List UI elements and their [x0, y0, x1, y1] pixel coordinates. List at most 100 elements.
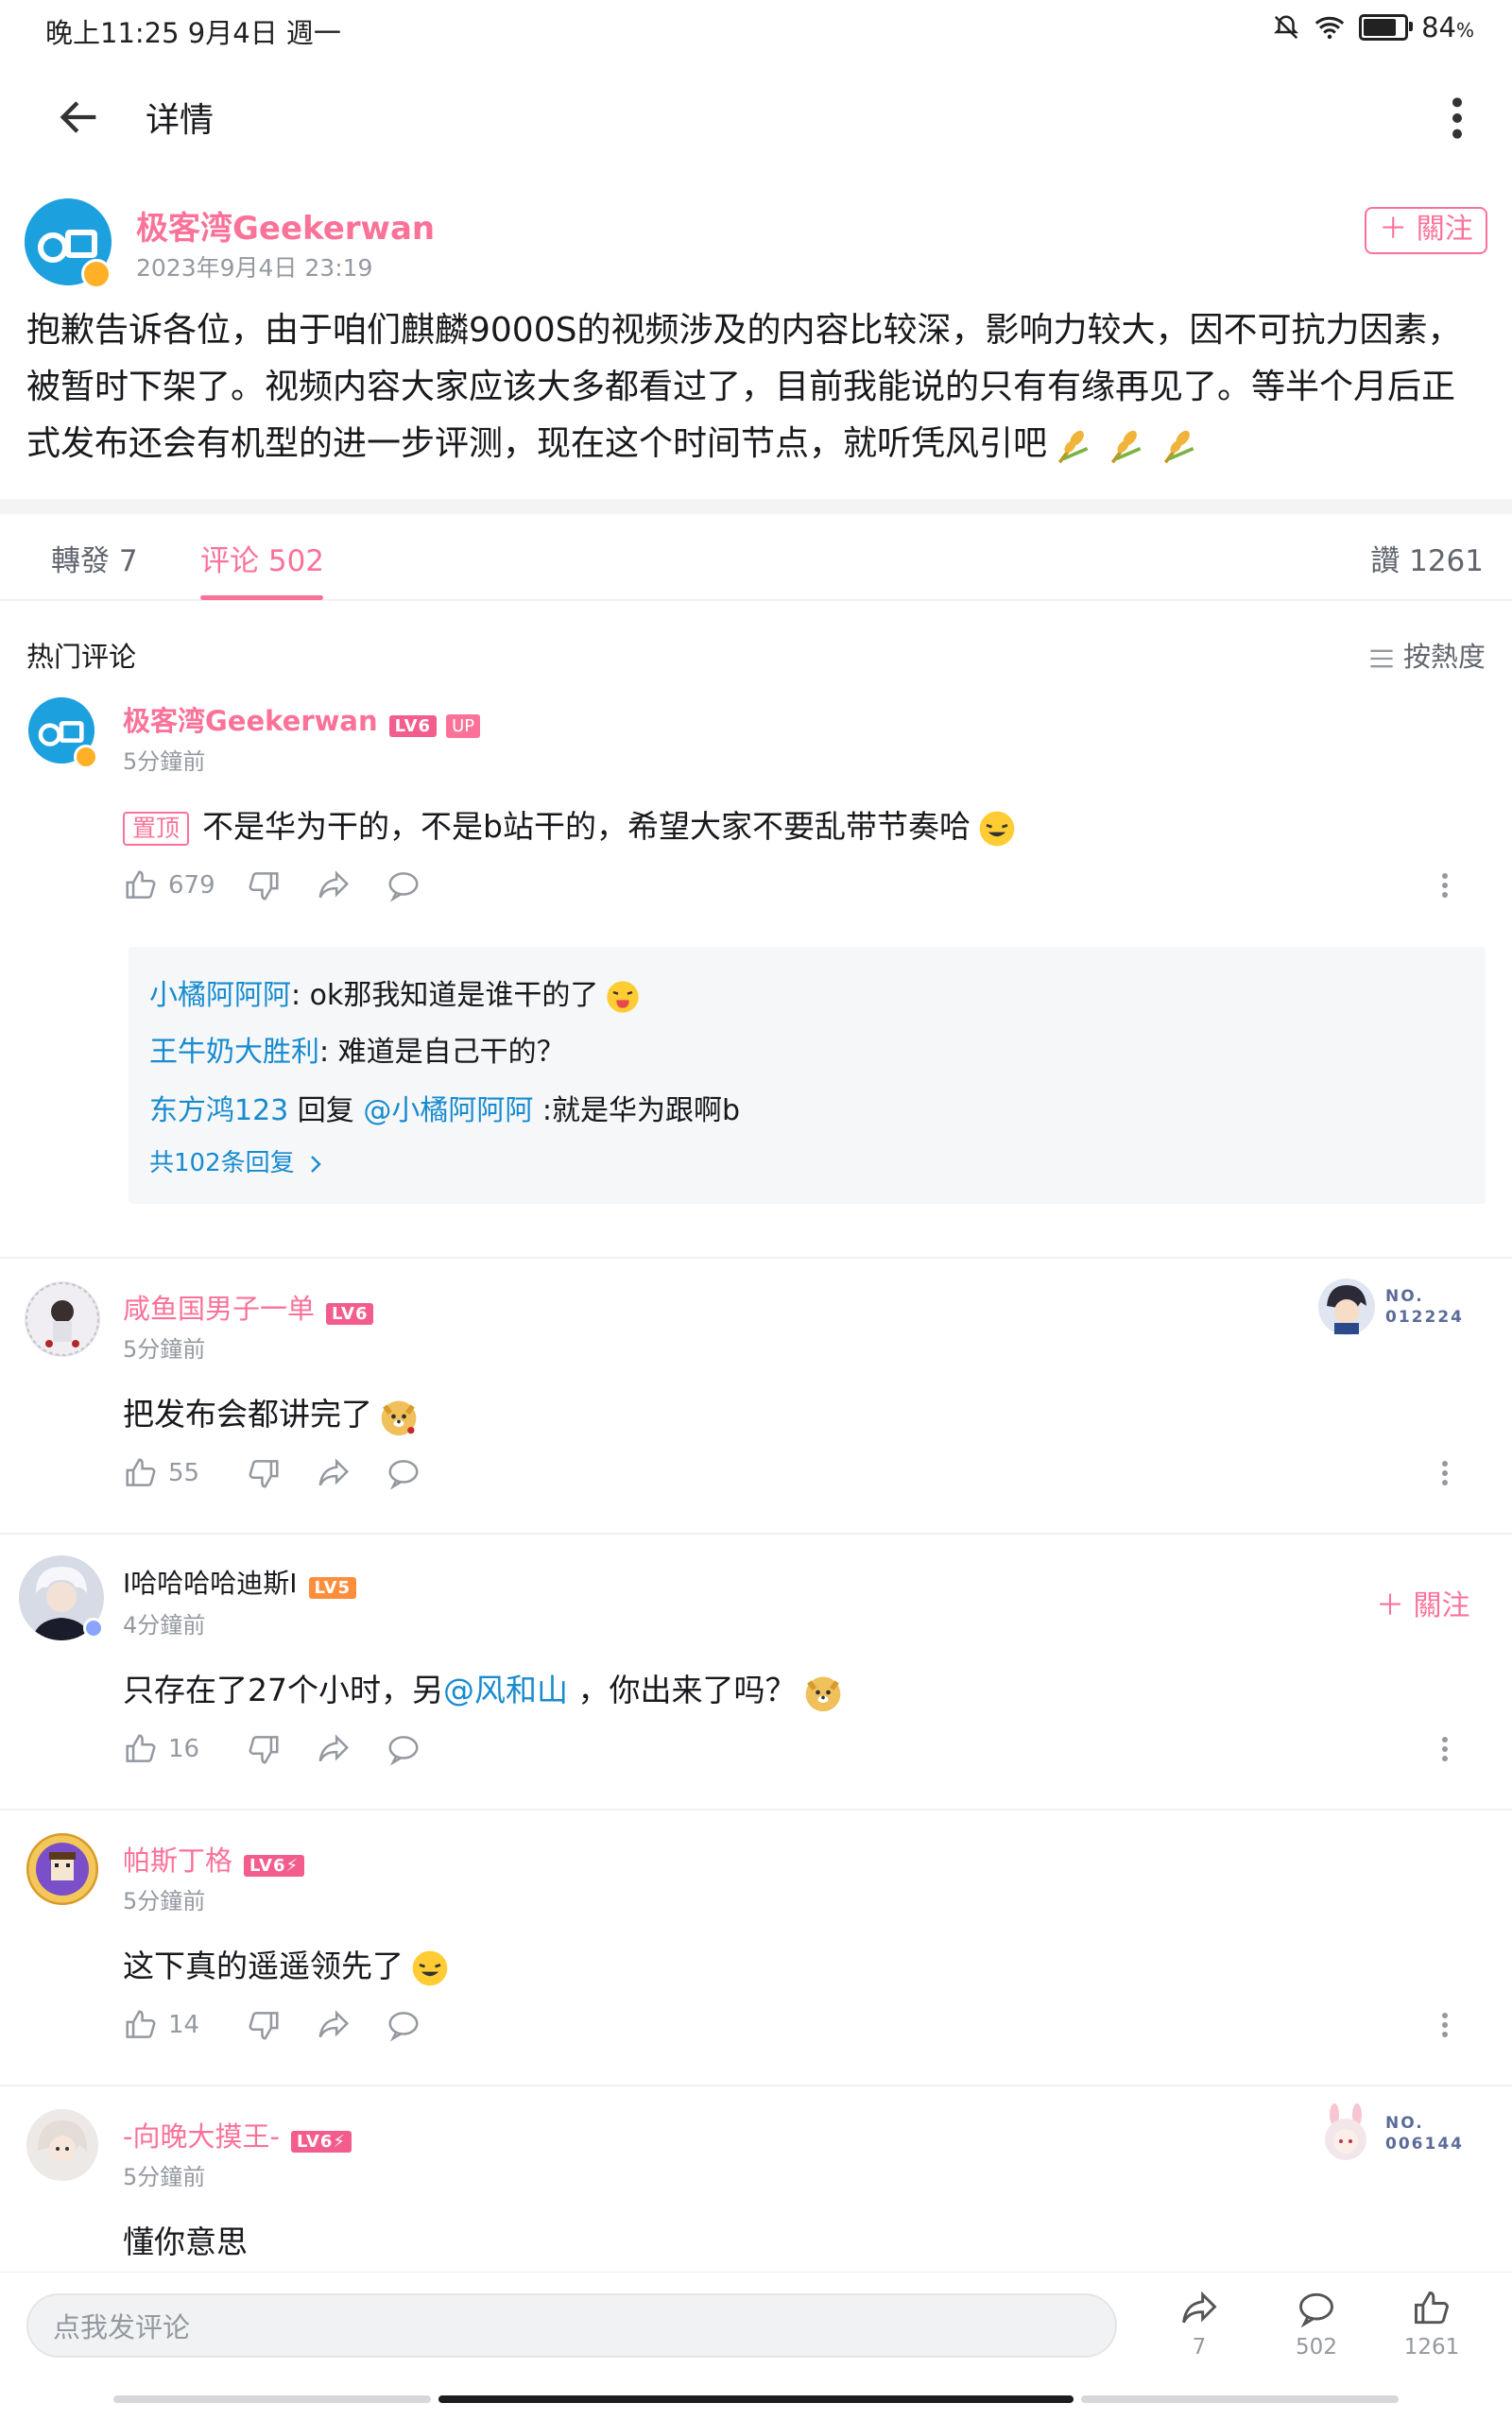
comment-author[interactable]: -向晚大摸王-: [123, 2120, 280, 2153]
thumbs-up-icon[interactable]: [123, 867, 159, 903]
back-arrow-icon[interactable]: [55, 93, 104, 142]
comment-text: 把发布会都讲完了: [123, 1389, 425, 1437]
fan-badge[interactable]: NO. 012224: [1317, 1278, 1464, 1336]
comment-author[interactable]: 极客湾Geekerwan: [123, 705, 378, 737]
wheat-emoji-icon: [1110, 430, 1142, 464]
sort-button[interactable]: 按熱度: [1368, 635, 1486, 675]
gesture-bar-right: [1081, 2395, 1399, 2403]
comment-text-content: 懂你意思: [123, 2223, 248, 2260]
comment-author[interactable]: I哈哈哈哈迪斯I: [123, 1568, 298, 1599]
wifi-icon: [1314, 16, 1345, 40]
level-badge: LV6⚡: [290, 2131, 352, 2153]
chevron-right-icon: [310, 1155, 321, 1173]
follow-button[interactable]: ＋ 關注: [1365, 207, 1487, 254]
more-replies-link[interactable]: 共102条回复: [149, 1143, 327, 1178]
comment-time: 5分鐘前: [123, 748, 206, 775]
reply-user[interactable]: 王牛奶大胜利: [149, 1036, 319, 1069]
reply-bubble-icon[interactable]: [386, 2007, 421, 2043]
comment-author[interactable]: 咸鱼国男子一单: [123, 1293, 315, 1325]
like-count: 16: [168, 1735, 200, 1763]
status-bar: 晚上11:25 9月4日 週一 84%: [0, 0, 1512, 57]
tab-likes[interactable]: 讚 1261: [1370, 537, 1484, 579]
fan-badge[interactable]: NO. 006144: [1315, 2103, 1464, 2164]
comment-actions: 14: [123, 2007, 1448, 2043]
girl-avatar-icon: [26, 1282, 99, 1356]
comment-header: 咸鱼国男子一单 LV6: [123, 1287, 374, 1327]
anime-avatar-icon: [1318, 1279, 1375, 1335]
more-menu-icon[interactable]: [1448, 94, 1467, 142]
bottom-like-button[interactable]: 1261: [1389, 2288, 1474, 2360]
comment-avatar[interactable]: [25, 1281, 100, 1357]
more-options-icon[interactable]: [1440, 1458, 1450, 1488]
reply-mention[interactable]: @小橘阿阿阿: [363, 1094, 533, 1127]
comment-author[interactable]: 帕斯丁格: [123, 1845, 232, 1877]
reply-user[interactable]: 小橘阿阿阿: [149, 979, 291, 1012]
more-options-icon[interactable]: [1440, 1734, 1450, 1764]
comment-time: 5分鐘前: [123, 2164, 206, 2190]
verified-badge-icon: [74, 745, 98, 769]
share-icon[interactable]: [316, 1455, 352, 1491]
thumbs-up-icon: [1415, 2291, 1449, 2325]
comment-avatar[interactable]: [26, 1833, 98, 1905]
gesture-bar-home[interactable]: [438, 2395, 1074, 2403]
active-tab-indicator: [200, 595, 323, 600]
reply-preview-box[interactable]: 小橘阿阿阿: ok那我知道是谁干的了 王牛奶大胜利: 难道是自己干的？ 东方鸿1…: [129, 947, 1486, 1204]
sort-label: 按熱度: [1402, 641, 1486, 673]
verified-badge-icon: [81, 259, 112, 289]
gesture-bar-left: [113, 2395, 431, 2403]
fan-number-prefix: NO.: [1385, 1287, 1424, 1306]
comment-time: 5分鐘前: [123, 1336, 206, 1363]
comment-divider: [0, 2085, 1512, 2086]
level-badge: LV5: [308, 1577, 356, 1599]
thumbs-down-icon[interactable]: [246, 2007, 282, 2043]
comment-actions: 16: [123, 1731, 1448, 1767]
thumbs-up-icon[interactable]: [123, 1731, 159, 1767]
bottom-share-button[interactable]: 7: [1157, 2288, 1242, 2360]
tab-comments[interactable]: 评论 502: [200, 537, 324, 579]
comment-input[interactable]: 点我发评论: [26, 2293, 1117, 2358]
thumbs-down-icon[interactable]: [246, 1455, 282, 1491]
share-icon[interactable]: [316, 2007, 352, 2043]
thumbs-down-icon[interactable]: [246, 867, 282, 903]
reply-text: : 难道是自己干的？: [319, 1036, 565, 1069]
reply-bubble-icon[interactable]: [386, 867, 421, 903]
thumbs-up-icon[interactable]: [123, 1455, 159, 1491]
comment-count: 502: [1296, 2335, 1337, 2360]
share-icon[interactable]: [316, 867, 352, 903]
thumbs-down-icon[interactable]: [246, 1731, 282, 1767]
reply-bubble-icon[interactable]: [386, 1455, 421, 1491]
comment-mention[interactable]: @风和山: [443, 1672, 568, 1708]
bottom-comment-button[interactable]: 502: [1274, 2288, 1359, 2360]
fan-number: NO. 012224: [1385, 1286, 1464, 1328]
comment-header: 极客湾Geekerwan LV6 UP: [123, 699, 481, 739]
comment-text: 这下真的遥遥领先了: [123, 1941, 456, 1989]
wheat-emoji-icon: [1163, 430, 1194, 464]
reply-bubble-icon[interactable]: [386, 1731, 421, 1767]
status-time: 晚上11:25 9月4日 週一: [45, 17, 341, 49]
doge-emoji-icon: [381, 1400, 417, 1435]
comment-text: 懂你意思: [123, 2217, 248, 2262]
comment-avatar[interactable]: [26, 2109, 98, 2181]
bunny-girl-avatar-icon: [1325, 2103, 1366, 2160]
share-icon: [1182, 2291, 1217, 2324]
more-options-icon[interactable]: [1440, 870, 1450, 901]
comment-actions: 679: [123, 867, 1448, 903]
reply-text: :就是华为跟啊b: [533, 1094, 741, 1127]
thumbs-up-icon[interactable]: [123, 2007, 159, 2043]
post-author-name[interactable]: 极客湾Geekerwan: [136, 202, 435, 249]
tab-repost[interactable]: 轉發 7: [51, 537, 138, 579]
share-icon[interactable]: [316, 1731, 352, 1767]
comment-time: 5分鐘前: [123, 1888, 206, 1914]
comment-divider: [0, 1809, 1512, 1811]
doge-emoji-icon: [805, 1676, 840, 1711]
mute-bell-icon: [1274, 15, 1299, 40]
reply-user[interactable]: 东方鸿123: [149, 1094, 288, 1127]
comment-divider: [0, 1257, 1512, 1259]
battery-icon: [1359, 14, 1414, 41]
more-options-icon[interactable]: [1440, 2010, 1450, 2040]
follow-button[interactable]: ＋ 關注: [1376, 1582, 1470, 1623]
page-title: 详情: [146, 101, 215, 140]
verified-badge-icon: [83, 1618, 104, 1639]
post-date: 2023年9月4日 23:19: [136, 254, 373, 282]
fan-number: NO. 006144: [1385, 2113, 1464, 2154]
